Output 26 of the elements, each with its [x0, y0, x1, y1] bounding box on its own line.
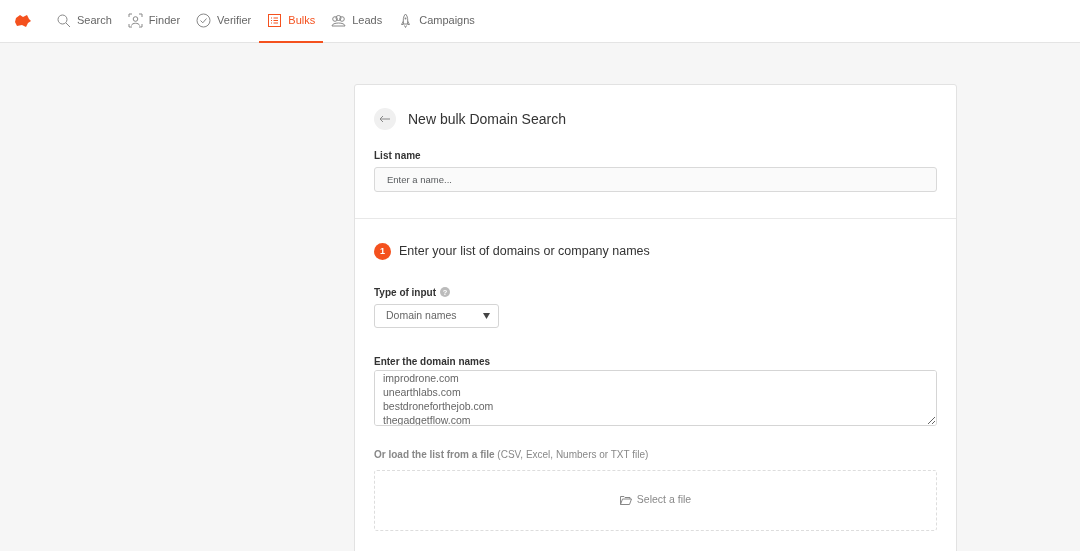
- step-title: Enter your list of domains or company names: [399, 243, 650, 260]
- folder-icon: [619, 495, 632, 505]
- form-title: New bulk Domain Search: [408, 109, 566, 129]
- field-label: Type of input: [374, 285, 437, 300]
- nav-tab[interactable]: Verifier: [188, 0, 260, 43]
- back-button[interactable]: [374, 108, 396, 130]
- list-icon: [267, 12, 283, 28]
- input-type-dropdown[interactable]: Domain names: [374, 303, 499, 328]
- field-label: List name: [374, 149, 421, 163]
- person-frame-icon: [127, 12, 143, 28]
- nav-tab[interactable]: Campaigns: [390, 0, 483, 43]
- list-name-field[interactable]: Enter a name...: [374, 167, 937, 192]
- nav-tab[interactable]: Bulks: [259, 0, 324, 43]
- back-arrow-icon: [379, 115, 391, 123]
- logo-icon[interactable]: [14, 14, 32, 28]
- nav-tab[interactable]: Finder: [119, 0, 189, 43]
- people-icon: [331, 12, 347, 28]
- file-hint: Or load the list from a file (CSV, Excel, Numbers or TXT file): [374, 447, 650, 462]
- check-circle-icon: [196, 12, 212, 28]
- nav-tab[interactable]: Search: [48, 0, 120, 43]
- file-drop-zone[interactable]: Select a file: [374, 469, 937, 531]
- nav-tab[interactable]: Leads: [323, 0, 391, 43]
- step-number: 1: [374, 242, 391, 260]
- field-label: Enter the domain names: [374, 354, 491, 369]
- caret-icon: [483, 312, 490, 319]
- search-icon: [56, 12, 71, 28]
